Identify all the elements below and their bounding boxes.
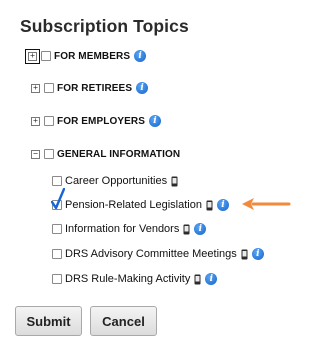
- expand-icon[interactable]: +: [25, 48, 40, 64]
- topic-label: Career Opportunities: [65, 175, 168, 187]
- category-label: FOR MEMBERS: [54, 50, 131, 62]
- orange-arrow-left-icon: [242, 198, 291, 210]
- submit-button[interactable]: Submit: [15, 306, 82, 336]
- collapse-icon[interactable]: −: [31, 149, 40, 159]
- category-checkbox[interactable]: [44, 83, 54, 93]
- mobile-phone-icon: [171, 176, 178, 186]
- page-title: Subscription Topics: [20, 16, 189, 36]
- category-general-information: − GENERAL INFORMATION: [31, 146, 180, 162]
- expand-icon[interactable]: +: [31, 116, 40, 126]
- topic-checkbox-checked[interactable]: [51, 188, 65, 210]
- category-label: GENERAL INFORMATION: [57, 148, 181, 160]
- info-icon[interactable]: i: [136, 82, 149, 94]
- info-icon[interactable]: i: [194, 223, 207, 235]
- mobile-phone-icon: [194, 274, 201, 284]
- info-icon[interactable]: i: [251, 248, 264, 260]
- topic-label: Pension-Related Legislation: [65, 199, 202, 211]
- mobile-phone-icon: [183, 224, 190, 234]
- topic-label: DRS Rule-Making Activity: [65, 273, 191, 285]
- mobile-phone-icon: [206, 200, 213, 210]
- expand-icon[interactable]: +: [31, 83, 40, 93]
- category-label: FOR EMPLOYERS: [57, 115, 145, 127]
- topic-drs-advisory-committee-meetings: DRS Advisory Committee Meetings i: [52, 246, 264, 262]
- topic-label: Information for Vendors: [65, 223, 180, 235]
- topic-career-opportunities: Career Opportunities: [52, 173, 178, 189]
- category-label: FOR RETIREES: [57, 82, 133, 94]
- category-checkbox[interactable]: [41, 51, 51, 61]
- info-icon[interactable]: i: [205, 273, 218, 285]
- topic-drs-rule-making-activity: DRS Rule-Making Activity i: [52, 271, 218, 287]
- topic-checkbox[interactable]: [52, 224, 62, 234]
- category-checkbox[interactable]: [44, 116, 54, 126]
- category-for-employers: + FOR EMPLOYERS i: [31, 113, 161, 129]
- category-for-members: + FOR MEMBERS i: [25, 48, 147, 64]
- info-icon[interactable]: i: [134, 50, 147, 62]
- info-icon[interactable]: i: [216, 199, 229, 211]
- category-checkbox[interactable]: [44, 149, 54, 159]
- topic-label: DRS Advisory Committee Meetings: [65, 248, 237, 260]
- category-for-retirees: + FOR RETIREES i: [31, 80, 149, 96]
- checkmark-icon: [51, 188, 65, 210]
- topic-information-for-vendors: Information for Vendors i: [52, 221, 207, 237]
- topic-checkbox[interactable]: [52, 249, 62, 259]
- topic-checkbox[interactable]: [52, 274, 62, 284]
- topic-pension-related-legislation: Pension-Related Legislation i: [51, 188, 229, 213]
- cancel-button[interactable]: Cancel: [90, 306, 157, 336]
- topic-checkbox[interactable]: [52, 176, 62, 186]
- info-icon[interactable]: i: [148, 115, 161, 127]
- mobile-phone-icon: [241, 249, 248, 259]
